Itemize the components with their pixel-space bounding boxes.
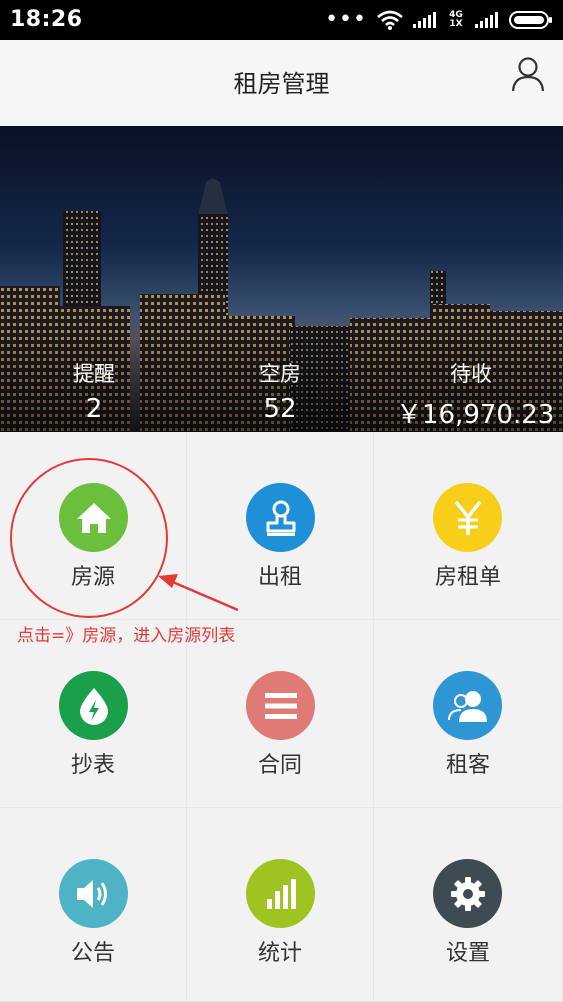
- status-icons: ••• 4G 1X: [325, 8, 553, 32]
- water-drop-icon: [59, 671, 128, 740]
- grid-item-label: 合同: [257, 753, 302, 778]
- stamp-icon: [246, 483, 315, 552]
- stat-value: 52: [263, 394, 297, 424]
- stat-label: 提醒: [73, 362, 115, 386]
- grid-item-statistics[interactable]: 统计: [187, 808, 374, 1002]
- grid-item-announcement[interactable]: 公告: [0, 808, 187, 1002]
- annotation-text: 点击=》房源，进入房源列表: [17, 626, 236, 646]
- network-type: 4G 1X: [449, 10, 463, 29]
- bar-chart-icon: [246, 859, 315, 928]
- stat-label: 待收: [450, 362, 492, 386]
- grid-item-meter-reading[interactable]: 抄表: [0, 620, 187, 808]
- status-bar: 18:26 ••• 4G 1X: [0, 0, 563, 40]
- grid-item-label: 房租单: [434, 565, 501, 590]
- stat-label: 空房: [259, 362, 301, 386]
- stat-value: ￥16,970.23: [396, 400, 555, 430]
- annotation-circle: [10, 458, 168, 618]
- grid-item-tenants[interactable]: 租客: [374, 620, 563, 808]
- user-button[interactable]: [511, 56, 545, 92]
- grid-item-label: 抄表: [70, 753, 115, 778]
- grid-item-settings[interactable]: 设置: [374, 808, 563, 1002]
- battery-icon: [509, 11, 552, 29]
- signal-4g-icon: [413, 12, 436, 28]
- app-header: 租房管理: [0, 40, 563, 126]
- gear-icon: [433, 859, 502, 928]
- grid-item-label: 设置: [445, 941, 490, 966]
- people-icon: [433, 671, 502, 740]
- speaker-icon: [59, 859, 128, 928]
- stat-receivable[interactable]: 待收 ￥16,970.23: [396, 358, 555, 431]
- more-dots-icon: •••: [325, 7, 367, 32]
- city-banner: 提醒 2 空房 52 待收 ￥16,970.23: [0, 126, 563, 432]
- status-time: 18:26: [10, 7, 83, 32]
- grid-item-label: 公告: [70, 941, 115, 966]
- annotation-arrow-icon: [158, 574, 239, 612]
- list-icon: [246, 671, 315, 740]
- yen-icon: [433, 483, 502, 552]
- grid-item-label: 统计: [257, 941, 302, 966]
- stat-value: 2: [85, 394, 103, 424]
- stat-reminder[interactable]: 提醒 2: [44, 358, 144, 424]
- page-title: 租房管理: [233, 70, 330, 98]
- person-icon: [511, 57, 545, 92]
- stat-vacant[interactable]: 空房 52: [230, 358, 330, 424]
- signal-icon: [475, 12, 498, 28]
- grid-item-contract[interactable]: 合同: [187, 620, 374, 808]
- wifi-icon: [377, 10, 403, 30]
- grid-item-rent-bill[interactable]: 房租单: [374, 432, 563, 620]
- grid-item-label: 租客: [445, 753, 490, 778]
